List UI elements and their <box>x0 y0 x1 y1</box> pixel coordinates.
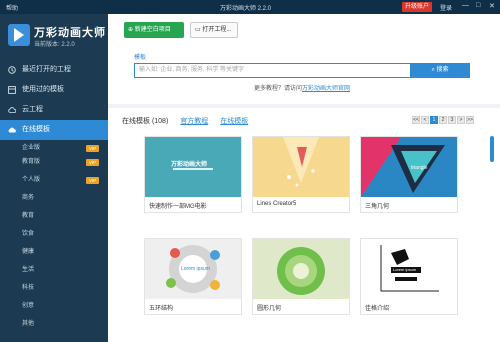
sidebar-item-recent[interactable]: 最近打开的工程 <box>0 60 108 80</box>
template-caption: 佳格介绍 <box>365 306 390 312</box>
template-thumbnail: 万彩动画大师 <box>145 137 241 197</box>
circle-geometry-illustration <box>277 247 325 295</box>
page-last[interactable]: >> <box>466 116 474 124</box>
sidebar-item-online-templates[interactable]: 在线模板 <box>0 120 108 140</box>
vip-badge: VIP <box>86 177 99 184</box>
sidebar-item-used-templates[interactable]: 使用过的模板 <box>0 80 108 100</box>
template-caption: 五环结构 <box>149 306 174 312</box>
template-thumbnail: triangle <box>361 137 457 197</box>
thumbnail-text: 万彩动画大师 <box>171 162 208 168</box>
page-first[interactable]: << <box>412 116 420 124</box>
vip-badge: VIP <box>86 145 99 152</box>
thumbnail-text: triangle <box>411 165 428 171</box>
lines-illustration <box>283 137 319 187</box>
sidebar-item-label: 云工程 <box>22 106 43 113</box>
template-thumbnail <box>253 137 349 197</box>
upgrade-account-button[interactable]: 升级账户 <box>402 2 433 12</box>
template-card[interactable]: Lorem ipsum 佳格介绍 <box>360 238 458 315</box>
template-card[interactable]: Lorem ipsum 五环结构 <box>144 238 242 315</box>
template-caption: 三角几何 <box>365 204 390 210</box>
help-line: 更多教程？请访问万彩动画大师官网 <box>254 83 350 92</box>
sub-item-label: 企业版 <box>22 145 41 151</box>
templates-panel: 在线模板 (108) 官方教程 在线模板 << <1 2 3 > >> 万彩动画大师 快速… <box>108 104 500 342</box>
template-thumbnail: Lorem ipsum <box>361 239 457 299</box>
close-icon[interactable]: ✕ <box>489 2 495 10</box>
search-button-label: 搜索 <box>436 67 449 73</box>
search-button[interactable]: ⌕ 搜索 <box>410 63 470 78</box>
sidebar-item-label: 使用过的模板 <box>22 86 64 93</box>
page-prev[interactable]: < <box>421 116 429 124</box>
sidebar-sub-tech[interactable]: 科技 <box>0 282 108 295</box>
open-project-button[interactable]: ▭ 打开工程... <box>190 22 238 38</box>
vip-badge: VIP <box>86 159 99 166</box>
plus-icon: ⊕ <box>128 27 135 33</box>
triangle-illustration <box>361 137 445 197</box>
new-project-button[interactable]: ⊕ 新建空白项目 <box>124 22 184 38</box>
help-text: 更多教程？请访问 <box>254 86 303 92</box>
window-title: 万彩动画大师 2.2.0 <box>220 6 272 12</box>
template-card[interactable]: Lines Creator5 <box>252 136 350 213</box>
template-thumbnail <box>253 239 349 299</box>
template-card[interactable]: 圆形几何 <box>252 238 350 315</box>
sidebar-sub-education[interactable]: 教育 <box>0 210 108 223</box>
page-2[interactable]: 2 <box>439 116 447 124</box>
scrollbar[interactable] <box>490 136 494 162</box>
open-project-label: 打开工程... <box>202 27 232 33</box>
sidebar-sub-life[interactable]: 生活 <box>0 264 108 277</box>
app-version: 当前版本: 2.2.0 <box>34 42 75 48</box>
template-card[interactable]: triangle 三角几何 <box>360 136 458 213</box>
clock-icon <box>8 66 16 74</box>
sub-item-label: 教育版 <box>22 159 41 165</box>
sidebar-sub-personal[interactable]: 个人版 VIP <box>0 174 108 187</box>
sidebar-item-label: 在线模板 <box>22 126 50 133</box>
minimize-icon[interactable]: — <box>462 2 469 9</box>
sidebar-item-cloud[interactable]: 云工程 <box>0 100 108 120</box>
search-label: 模板 <box>134 55 147 61</box>
cloud-icon <box>8 127 16 133</box>
search-input[interactable]: 输入如: 企业, 商务, 服务, 科学 等关键字 <box>134 63 412 78</box>
sub-item-label: 个人版 <box>22 177 41 183</box>
pagination: << <1 2 3 > >> <box>412 116 475 125</box>
app-name: 万彩动画大师 <box>34 27 106 39</box>
template-card[interactable]: 万彩动画大师 快速制作一部MG电影 <box>144 136 242 213</box>
thumbnail-text: Lorem ipsum <box>181 266 210 272</box>
template-caption: 圆形几何 <box>257 306 282 312</box>
sidebar-sub-creative[interactable]: 创意 <box>0 300 108 313</box>
template-caption: Lines Creator5 <box>257 201 297 207</box>
sidebar: 万彩动画大师 当前版本: 2.2.0 最近打开的工程 使用过的模板 云工程 在线… <box>0 14 108 342</box>
title-bar: 帮助 万彩动画大师 2.2.0 升级账户 登录 — □ ✕ <box>0 0 500 14</box>
app-logo-icon <box>8 24 30 46</box>
official-site-link[interactable]: 万彩动画大师官网 <box>302 86 350 92</box>
sidebar-item-label: 最近打开的工程 <box>22 66 71 73</box>
top-panel: ⊕ 新建空白项目 ▭ 打开工程... 模板 输入如: 企业, 商务, 服务, 科… <box>108 14 500 104</box>
page-1[interactable]: 1 <box>430 116 438 124</box>
sidebar-sub-health[interactable]: 健康 <box>0 246 108 259</box>
menu-help[interactable]: 帮助 <box>6 3 18 12</box>
template-caption: 快速制作一部MG电影 <box>149 204 207 210</box>
cloud-icon <box>8 107 16 113</box>
maximize-icon[interactable]: □ <box>476 2 480 9</box>
sidebar-sub-education-vip[interactable]: 教育版 VIP <box>0 156 108 169</box>
template-thumbnail: Lorem ipsum <box>145 239 241 299</box>
templates-header: 在线模板 (108) 官方教程 在线模板 <box>122 116 248 126</box>
page-next[interactable]: > <box>457 116 465 124</box>
sidebar-sub-other[interactable]: 其他 <box>0 318 108 331</box>
sidebar-sub-enterprise[interactable]: 企业版 VIP <box>0 142 108 155</box>
sidebar-sub-food[interactable]: 饮食 <box>0 228 108 241</box>
new-project-label: 新建空白项目 <box>134 27 171 33</box>
online-templates-link[interactable]: 在线模板 <box>220 118 248 125</box>
template-icon <box>8 86 16 94</box>
tutorial-link[interactable]: 官方教程 <box>180 118 208 125</box>
sidebar-sub-business[interactable]: 商务 <box>0 192 108 205</box>
login-button[interactable]: 登录 <box>440 3 452 12</box>
templates-count-heading: 在线模板 (108) <box>122 118 169 125</box>
page-3[interactable]: 3 <box>448 116 456 124</box>
thumbnail-text: Lorem ipsum <box>393 267 417 272</box>
